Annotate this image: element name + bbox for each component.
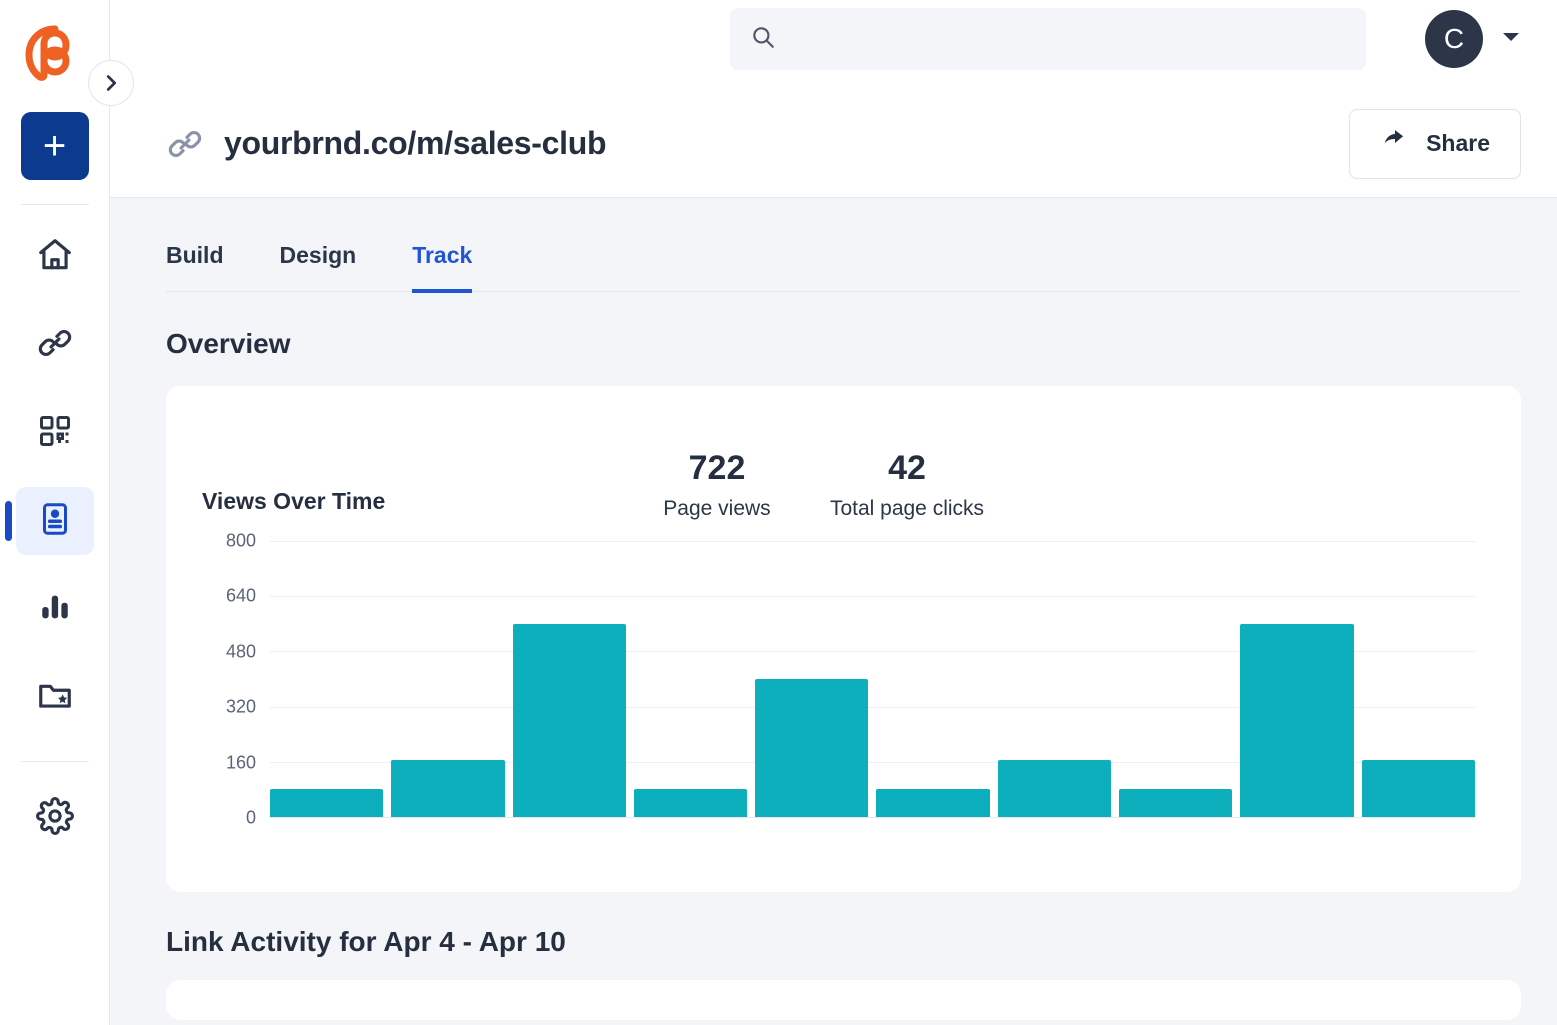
sidebar: + [0,0,110,1025]
main-area: C yourbrnd.co/m/sales-club Share Build D… [110,0,1557,1025]
sidebar-item-campaigns[interactable] [16,663,94,731]
search-input[interactable] [790,29,1346,49]
tab-bar: Build Design Track [166,228,1521,293]
stat-page-views-value: 722 [688,449,746,488]
create-new-button[interactable]: + [20,112,89,180]
chart-bar[interactable] [270,789,384,817]
link-activity-card [166,980,1521,1020]
overview-heading: Overview [166,328,291,359]
avatar[interactable]: C [1425,10,1483,68]
home-icon [36,236,74,279]
folder-star-icon [36,676,74,719]
sidebar-divider-bottom [20,761,89,762]
app-root: + C yourbrnd.co/m/sales-club Share Build… [0,0,1557,1025]
search-bar[interactable] [730,8,1366,70]
chart-plot-area: 0 160 320 480 640 800 [226,531,1475,828]
chart-bar[interactable] [997,760,1112,817]
search-icon [750,24,776,55]
analytics-bars-icon [38,590,72,629]
y-axis-tick-label: 480 [225,641,256,662]
y-axis-tick-label: 320 [225,696,256,717]
overview-card: Views Over Time 722 Page views 42 Total … [166,386,1521,892]
sidebar-nav [0,223,109,872]
page-header: yourbrnd.co/m/sales-club Share [110,90,1557,198]
chart-title: Views Over Time [202,488,386,514]
tab-design[interactable]: Design [280,228,357,293]
landing-page-icon [37,501,73,542]
chart-bar[interactable] [512,623,626,817]
chart-bar[interactable] [1119,789,1233,817]
stat-page-views: 722 Page views [622,448,812,521]
chevron-down-icon[interactable] [1501,30,1521,49]
account-menu[interactable]: C [1425,10,1521,68]
chart-bar[interactable] [1240,623,1354,817]
expand-sidebar-button[interactable] [88,60,134,106]
y-axis-tick-label: 160 [225,752,256,773]
share-arrow-icon [1380,128,1410,160]
chart-bars [270,541,1475,817]
stat-page-views-label: Page views [663,497,771,520]
sidebar-item-pages[interactable] [4,487,94,555]
y-axis-tick-label: 800 [225,530,256,551]
stat-total-page-clicks-value: 42 [888,449,926,488]
chart-header: Views Over Time 722 Page views 42 Total … [202,416,1485,521]
views-over-time-chart: 0 160 320 480 640 800 [202,531,1485,851]
share-button-label: Share [1426,130,1490,156]
y-axis-tick-label: 640 [225,585,256,606]
y-axis-tick-label: 0 [245,807,256,828]
sidebar-item-settings[interactable] [16,784,94,852]
top-bar: C [110,0,1557,90]
sidebar-item-home[interactable] [16,223,94,291]
bitly-logo[interactable] [21,22,89,90]
link-icon [166,125,204,163]
chart-bar[interactable] [755,679,869,817]
page-title: yourbrnd.co/m/sales-club [224,125,607,161]
stat-total-page-clicks-label: Total page clicks [829,497,985,520]
sidebar-item-analytics[interactable] [16,575,94,643]
gridline: 0 [246,808,1475,828]
stat-total-page-clicks: 42 Total page clicks [812,448,1002,521]
sidebar-divider-top [20,204,89,205]
sidebar-item-qr-codes[interactable] [16,399,94,467]
chart-bar[interactable] [391,760,505,817]
tab-build[interactable]: Build [166,228,224,293]
link-icon [36,324,74,367]
tab-track[interactable]: Track [412,228,473,293]
content-area: Build Design Track Overview Views Over T… [110,198,1557,1025]
gear-icon [35,796,74,840]
chevron-right-icon [106,75,117,91]
chart-bar[interactable] [633,789,748,817]
chart-bar[interactable] [1361,760,1475,817]
link-activity-heading: Link Activity for Apr 4 - Apr 10 [166,926,566,957]
qr-code-icon [37,413,73,454]
chart-bar[interactable] [876,789,990,817]
sidebar-item-links[interactable] [16,311,94,379]
share-button[interactable]: Share [1349,108,1521,179]
plus-icon: + [42,124,67,168]
